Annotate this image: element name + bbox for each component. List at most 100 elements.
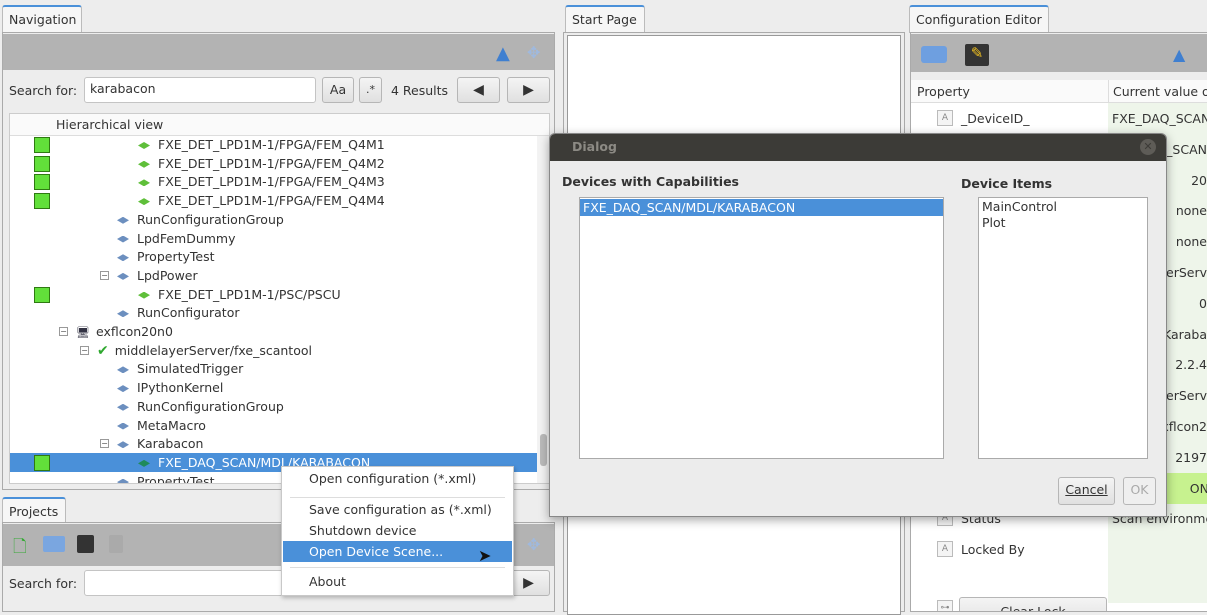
- clear-lock-button[interactable]: Clear Lock: [959, 597, 1107, 611]
- blue-diamond-icon: [117, 366, 129, 374]
- tree-item-label: LpdPower: [137, 267, 198, 283]
- blue-diamond-icon: [117, 272, 129, 280]
- collapse-icon[interactable]: −: [59, 327, 68, 336]
- property-row[interactable]: A _DeviceID_ FXE_DAQ_SCAN: [911, 103, 1207, 134]
- regex-button[interactable]: .*: [359, 77, 382, 103]
- tree-item[interactable]: MetaMacro: [10, 416, 537, 435]
- arrow-up-icon[interactable]: ▲: [1173, 45, 1185, 64]
- collapse-icon[interactable]: −: [100, 439, 109, 449]
- tree-view[interactable]: Hierarchical view FXE_DET_LPD1M-1/FPGA/F…: [9, 113, 550, 484]
- load-icon[interactable]: [43, 536, 65, 552]
- menu-separator: [290, 497, 505, 498]
- print-icon[interactable]: [921, 46, 947, 63]
- blue-diamond-icon: [117, 478, 129, 483]
- tree-item[interactable]: FXE_DET_LPD1M-1/FPGA/FEM_Q4M2: [10, 154, 537, 173]
- status-indicator: [34, 137, 50, 153]
- previous-result-button[interactable]: ◀: [457, 77, 500, 103]
- tree-item-label: MetaMacro: [137, 417, 206, 433]
- tree-item-label: LpdFemDummy: [137, 230, 236, 246]
- status-indicator: [34, 454, 50, 471]
- device-items-list[interactable]: MainControl Plot: [978, 197, 1148, 459]
- tree-item-label: PropertyTest: [137, 249, 215, 265]
- context-menu: Open configuration (*.xml) Save configur…: [281, 466, 514, 596]
- cancel-button[interactable]: Cancel: [1058, 477, 1115, 505]
- device-item[interactable]: MainControl: [982, 199, 1057, 215]
- case-sensitive-button[interactable]: Aa: [322, 77, 354, 103]
- dialog: Dialog ✕ Devices with Capabilities FXE_D…: [549, 133, 1167, 517]
- string-type-icon: A: [937, 110, 953, 126]
- tree-header-label: Hierarchical view: [56, 117, 164, 132]
- tree-item[interactable]: FXE_DET_LPD1M-1/FPGA/FEM_Q4M4: [10, 191, 537, 210]
- tree-item-label: FXE_DET_LPD1M-1/PSC/PSCU: [158, 286, 341, 302]
- collapse-icon[interactable]: −: [100, 270, 109, 280]
- table-header: Property Current value o: [911, 80, 1207, 103]
- tree-item[interactable]: FXE_DET_LPD1M-1/FPGA/FEM_Q4M3: [10, 172, 537, 191]
- green-diamond-icon: [138, 160, 150, 168]
- tree-item[interactable]: FXE_DET_LPD1M-1/FPGA/FEM_Q4M1: [10, 135, 537, 154]
- menu-about[interactable]: About: [283, 571, 512, 592]
- check-icon: ✔: [97, 342, 109, 359]
- move-icon[interactable]: ✥: [527, 43, 540, 62]
- collapse-icon[interactable]: −: [80, 345, 89, 355]
- blue-diamond-icon: [117, 385, 129, 393]
- arrow-left-icon: ◀: [473, 82, 484, 98]
- tree-item[interactable]: − LpdPower: [10, 266, 537, 285]
- tree-item[interactable]: LpdFemDummy: [10, 229, 537, 248]
- status-indicator: [34, 155, 50, 172]
- trash-icon[interactable]: [109, 535, 123, 553]
- search-label: Search for:: [9, 83, 78, 98]
- tree-item[interactable]: RunConfigurationGroup: [10, 397, 537, 416]
- tree-item[interactable]: PropertyTest: [10, 247, 537, 266]
- device-items-header: Device Items: [961, 176, 1053, 191]
- tree-item-label: RunConfigurationGroup: [137, 211, 284, 227]
- tree-item-label: FXE_DET_LPD1M-1/FPGA/FEM_Q4M3: [158, 174, 385, 190]
- tree-item[interactable]: FXE_DET_LPD1M-1/PSC/PSCU: [10, 285, 537, 304]
- tab-start-page[interactable]: Start Page: [565, 5, 645, 33]
- scrollbar-thumb[interactable]: [540, 434, 547, 466]
- tab-label: Navigation: [9, 12, 77, 27]
- tree-item[interactable]: − Karabacon: [10, 434, 537, 453]
- tree-item[interactable]: − 🖥 exflcon20n0: [10, 322, 537, 341]
- menu-save-configuration[interactable]: Save configuration as (*.xml): [283, 499, 512, 520]
- blue-diamond-icon: [117, 441, 129, 449]
- menu-shutdown-device[interactable]: Shutdown device: [283, 520, 512, 541]
- tree-item-label: exflcon20n0: [95, 324, 173, 339]
- tree-item[interactable]: − ✔ middlelayerServer/fxe_scantool: [10, 341, 537, 360]
- move-icon[interactable]: ✥: [527, 535, 540, 554]
- ok-button[interactable]: OK: [1123, 477, 1156, 505]
- tree-item[interactable]: RunConfigurationGroup: [10, 210, 537, 229]
- blue-diamond-icon: [117, 403, 129, 411]
- tab-projects[interactable]: Projects: [2, 497, 66, 523]
- menu-open-configuration[interactable]: Open configuration (*.xml): [283, 468, 512, 489]
- property-value: [1108, 534, 1207, 565]
- device-icon: [138, 459, 150, 467]
- new-project-icon[interactable]: 🗋: [13, 534, 27, 563]
- close-icon[interactable]: ✕: [1140, 139, 1156, 155]
- device-list-item[interactable]: FXE_DAQ_SCAN/MDL/KARABACON: [580, 199, 943, 216]
- tree-scrollbar[interactable]: [537, 136, 549, 483]
- tree-item[interactable]: SimulatedTrigger: [10, 359, 537, 378]
- edit-save-icon[interactable]: ✎: [965, 44, 989, 66]
- status-indicator: [34, 193, 50, 210]
- tree-item[interactable]: RunConfigurator: [10, 303, 537, 322]
- tree-header: Hierarchical view: [10, 114, 549, 136]
- tree-item[interactable]: IPythonKernel: [10, 378, 537, 397]
- tab-label: Projects: [9, 504, 59, 519]
- col-property: Property: [917, 84, 970, 99]
- arrow-right-icon: ▶: [523, 575, 534, 591]
- next-result-button[interactable]: ▶: [507, 77, 550, 103]
- tree-item-label: PropertyTest: [137, 473, 215, 484]
- device-item[interactable]: Plot: [982, 215, 1006, 231]
- save-icon[interactable]: [77, 535, 94, 553]
- blue-diamond-icon: [117, 422, 129, 430]
- devices-list[interactable]: FXE_DAQ_SCAN/MDL/KARABACON: [579, 197, 944, 459]
- lock-icon: ⊶: [937, 600, 953, 611]
- property-row[interactable]: A Locked By: [911, 534, 1207, 565]
- config-toolbar: ✎ ▲: [911, 34, 1207, 72]
- tab-navigation[interactable]: Navigation: [2, 5, 82, 33]
- tab-label: Configuration Editor: [916, 12, 1042, 27]
- search-input[interactable]: karabacon: [84, 77, 316, 103]
- dialog-titlebar: Dialog ✕: [550, 134, 1166, 161]
- tab-configuration-editor[interactable]: Configuration Editor: [909, 5, 1049, 33]
- arrow-up-icon[interactable]: ▲: [496, 43, 510, 64]
